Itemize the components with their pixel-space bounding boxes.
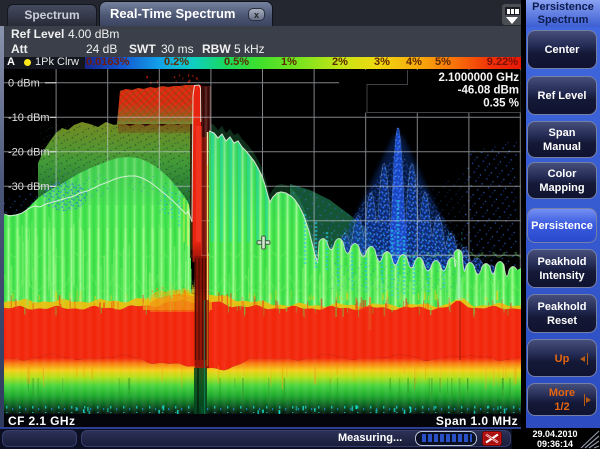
svg-text:-10 dBm: -10 dBm — [8, 112, 50, 124]
svg-text:0.35 %: 0.35 % — [483, 98, 519, 110]
svg-text:-46.08 dBm: -46.08 dBm — [458, 85, 519, 97]
svg-text:-30 dBm: -30 dBm — [8, 181, 50, 193]
svg-text:2.1000000 GHz: 2.1000000 GHz — [438, 72, 519, 84]
svg-text:0 dBm: 0 dBm — [8, 78, 40, 90]
svg-text:-20 dBm: -20 dBm — [8, 147, 50, 159]
